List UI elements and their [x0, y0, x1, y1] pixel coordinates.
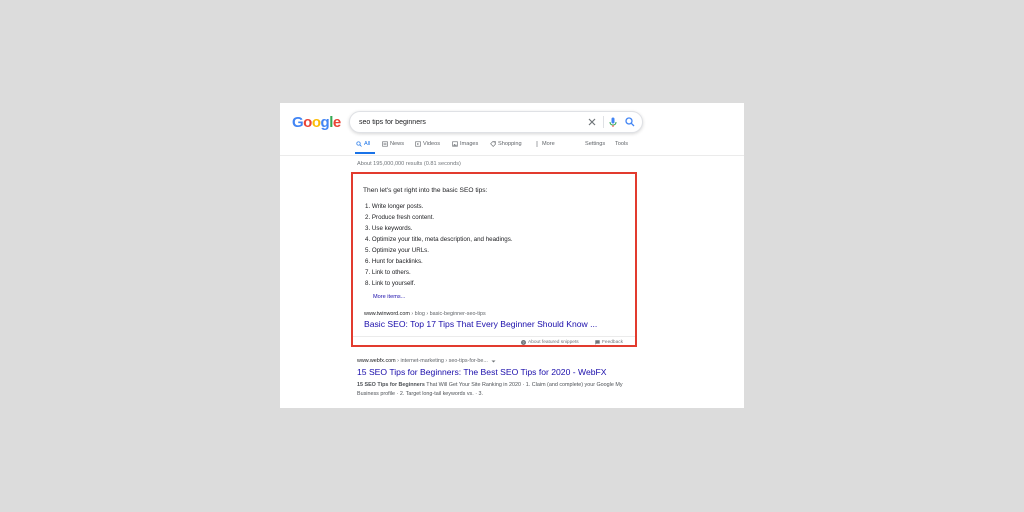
tab-images[interactable]: Images — [452, 141, 478, 155]
active-tab-indicator — [355, 152, 375, 154]
tab-label: News — [390, 141, 404, 147]
list-item: 7. Link to others. — [365, 269, 411, 276]
list-item: 6. Hunt for backlinks. — [365, 258, 423, 265]
cite-path: › internet-marketing › seo-tips-for-be..… — [395, 358, 488, 364]
chevron-down-icon[interactable] — [491, 359, 496, 364]
list-item: 8. Link to yourself. — [365, 280, 416, 287]
tools-label: Tools — [615, 141, 629, 147]
tools-link[interactable]: Tools — [615, 141, 628, 155]
video-icon — [415, 141, 421, 147]
logo-letter: e — [332, 114, 341, 131]
feedback-link[interactable]: Feedback — [595, 340, 623, 345]
about-label: About featured snippets — [528, 340, 579, 345]
tab-shopping[interactable]: Shopping — [490, 141, 522, 155]
feedback-icon — [595, 340, 600, 345]
logo-letter: o — [303, 114, 312, 131]
list-item: 3. Use keywords. — [365, 225, 413, 232]
logo-letter: g — [320, 114, 330, 131]
tab-label: More — [542, 141, 555, 147]
search-icon[interactable] — [624, 116, 636, 128]
more-dots-icon — [536, 141, 538, 147]
tab-more[interactable]: More — [534, 141, 555, 155]
header-divider — [280, 155, 744, 156]
result-cite: www.webfx.com › internet-marketing › seo… — [357, 358, 496, 364]
search-input[interactable] — [359, 115, 579, 129]
snippet-title-link[interactable]: Basic SEO: Top 17 Tips That Every Beginn… — [364, 319, 597, 329]
snippet-heading: Then let's get right into the basic SEO … — [363, 187, 488, 194]
close-icon[interactable] — [586, 116, 598, 128]
featured-snippet: Then let's get right into the basic SEO … — [351, 172, 637, 347]
settings-label: Settings — [585, 141, 606, 147]
more-items-link[interactable]: More items... — [373, 294, 405, 300]
tab-videos[interactable]: Videos — [415, 141, 440, 155]
cite-domain: www.webfx.com — [357, 358, 396, 364]
logo-letter: G — [292, 114, 304, 131]
search-results-page: Google All News Videos — [280, 103, 744, 408]
result-description: 15 SEO Tips for Beginners That Will Get … — [357, 381, 627, 399]
list-item: 1. Write longer posts. — [365, 203, 424, 210]
google-logo[interactable]: Google — [292, 114, 341, 131]
list-item: 5. Optimize your URLs. — [365, 247, 429, 254]
cite-domain: www.twinword.com — [364, 311, 410, 317]
search-icon — [356, 141, 362, 147]
tab-label: Images — [460, 141, 479, 147]
logo-letter: o — [311, 114, 321, 131]
svg-text:?: ? — [523, 341, 525, 345]
search-divider — [603, 116, 604, 128]
tab-news[interactable]: News — [382, 141, 404, 155]
feedback-label: Feedback — [602, 340, 624, 345]
tab-label: All — [364, 141, 371, 147]
list-item: 4. Optimize your title, meta description… — [365, 236, 513, 243]
settings-link[interactable]: Settings — [585, 141, 605, 155]
results-count: About 195,000,000 results (0.81 seconds) — [357, 161, 461, 167]
news-icon — [382, 141, 388, 147]
tab-label: Videos — [423, 141, 441, 147]
snippet-footer-divider — [353, 336, 635, 337]
result-title-link[interactable]: 15 SEO Tips for Beginners: The Best SEO … — [357, 367, 607, 377]
mic-icon[interactable] — [607, 116, 619, 128]
snippet-list: 1. Write longer posts. 2. Produce fresh … — [365, 201, 513, 289]
tag-icon — [490, 141, 496, 147]
tab-all[interactable]: All — [355, 141, 375, 155]
about-featured-snippets[interactable]: ? About featured snippets — [521, 340, 579, 345]
image-icon — [452, 141, 458, 147]
tab-label: Shopping — [498, 141, 522, 147]
desc-bold: 15 SEO Tips for Beginners — [357, 382, 425, 388]
cite-path: › blog › basic-beginner-seo-tips — [409, 311, 486, 317]
help-icon: ? — [521, 340, 526, 345]
list-item: 2. Produce fresh content. — [365, 214, 435, 221]
snippet-cite: www.twinword.com › blog › basic-beginner… — [364, 311, 486, 317]
search-box[interactable] — [349, 111, 643, 133]
